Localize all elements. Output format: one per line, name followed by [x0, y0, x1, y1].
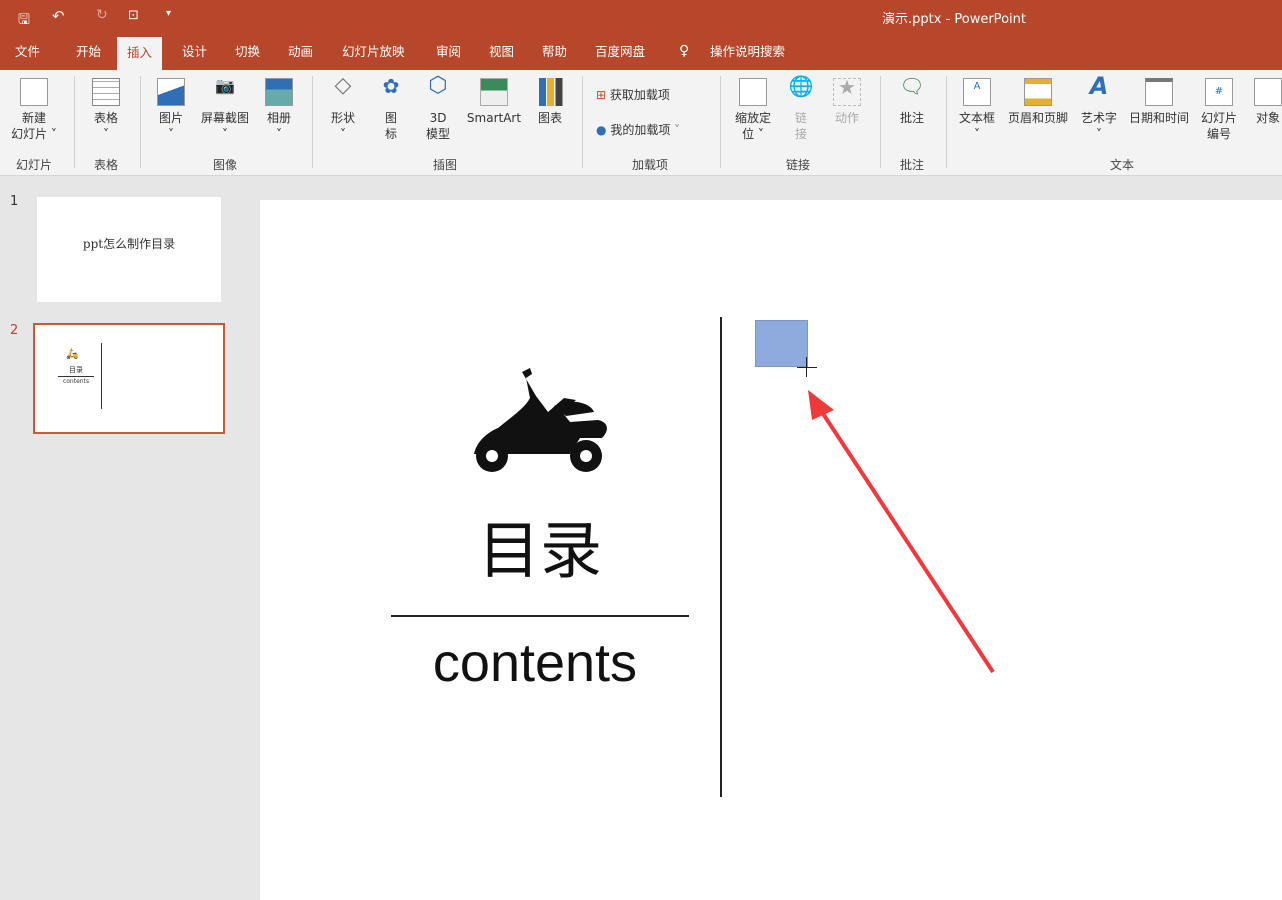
divider-line: [391, 615, 689, 617]
chart-button[interactable]: 图表: [530, 78, 570, 126]
window-title: 演示.pptx - PowerPoint: [882, 12, 1026, 27]
group-label-comments: 批注: [899, 158, 924, 172]
smartart-button[interactable]: SmartArt: [462, 78, 526, 126]
slide-thumbnail-pane: 1 ppt怎么制作目录 2 🛵 目录 contents: [0, 177, 248, 883]
table-icon: [92, 78, 120, 106]
table-button[interactable]: 表格 ˅: [82, 78, 130, 142]
redo-icon[interactable]: ↻: [96, 7, 108, 23]
get-addins-button[interactable]: ⊞ 获取加载项: [596, 86, 670, 103]
vertical-divider: [720, 317, 722, 797]
search-box[interactable]: 操作说明搜索: [700, 36, 795, 70]
bar-chart-icon: [536, 78, 564, 106]
tab-help[interactable]: 帮助: [532, 36, 577, 70]
new-slide-icon: [20, 78, 48, 106]
scooter-icon: [474, 368, 607, 472]
thumbnail-title: ppt怎么制作目录: [82, 237, 176, 251]
tab-animations[interactable]: 动画: [278, 36, 323, 70]
scooter-icon: 🛵: [66, 349, 79, 360]
tab-insert[interactable]: 插入: [117, 37, 163, 71]
slide-canvas[interactable]: 目录 contents: [260, 200, 1282, 900]
customize-icon[interactable]: ▾: [166, 8, 171, 19]
cube-icon: ⬡: [428, 73, 448, 98]
link-button[interactable]: 🌐 链接: [786, 74, 816, 142]
slide-thumbnail-2[interactable]: 🛵 目录 contents: [33, 323, 225, 434]
textbox-icon: A: [963, 78, 991, 106]
icons-button[interactable]: ✿ 图标: [374, 74, 408, 142]
smartart-icon: [480, 78, 508, 106]
red-arrow-annotation: [808, 390, 995, 674]
comment-icon: 🗨: [899, 74, 925, 98]
tab-design[interactable]: 设计: [172, 36, 217, 70]
textbox-button[interactable]: A 文本框 ˅: [954, 78, 1000, 142]
new-slide-button[interactable]: 新建 幻灯片 ˅: [4, 78, 64, 142]
comment-button[interactable]: 🗨 批注: [892, 74, 932, 126]
header-footer-icon: [1024, 78, 1052, 106]
slide-title[interactable]: 目录: [390, 500, 690, 590]
tab-transitions[interactable]: 切换: [225, 36, 270, 70]
3d-models-button[interactable]: ⬡ 3D 模型: [420, 73, 456, 142]
tab-review[interactable]: 审阅: [426, 36, 471, 70]
star-icon: ★: [833, 77, 861, 106]
crosshair-cursor-icon: [797, 367, 817, 368]
tab-view[interactable]: 视图: [479, 36, 524, 70]
tab-baidu[interactable]: 百度网盘: [585, 36, 655, 70]
object-icon: [1254, 78, 1282, 106]
album-icon: [265, 78, 293, 106]
slide-subtitle[interactable]: contents: [380, 632, 690, 694]
group-label-text: 文本: [1109, 158, 1134, 172]
wordart-icon: A: [1089, 72, 1109, 100]
zoom-icon: [739, 78, 767, 106]
tab-file[interactable]: 文件: [5, 36, 50, 70]
drawn-rectangle[interactable]: [755, 320, 808, 367]
object-button[interactable]: 对象: [1248, 78, 1282, 126]
tab-slideshow[interactable]: 幻灯片放映: [332, 36, 415, 70]
zoom-button[interactable]: 缩放定位 ˅: [728, 78, 778, 142]
action-button[interactable]: ★ 动作: [828, 77, 866, 126]
crosshair-cursor-icon: [806, 357, 807, 377]
icons-icon: ✿: [382, 74, 400, 98]
wordart-button[interactable]: A 艺术字 ˅: [1076, 72, 1122, 142]
screenshot-button[interactable]: 📷 屏幕截图 ˅: [194, 78, 256, 142]
present-icon[interactable]: ⊡: [128, 8, 139, 23]
addins-icon: ●: [596, 123, 607, 137]
shapes-button[interactable]: ◇ 形状 ˅: [320, 73, 366, 142]
save-icon[interactable]: 🖫: [18, 9, 30, 33]
slide-number: 1: [10, 194, 19, 209]
undo-icon[interactable]: ↶: [52, 7, 65, 25]
album-button[interactable]: 相册 ˅: [258, 78, 300, 142]
title-bar: 🖫 ↶ ↻ ⊡ ▾ 演示.pptx - PowerPoint: [0, 0, 1282, 36]
picture-icon: [157, 78, 185, 106]
group-label-links: 链接: [785, 158, 810, 172]
tab-home[interactable]: 开始: [66, 36, 111, 70]
header-footer-button[interactable]: 页眉和页脚: [1002, 78, 1074, 126]
store-icon: ⊞: [596, 88, 607, 102]
lightbulb-icon: ♀: [679, 43, 690, 59]
ribbon-tabs: 文件 开始 插入 设计 切换 动画 幻灯片放映 审阅 视图 帮助 百度网盘 ♀ …: [0, 36, 1282, 71]
my-addins-button[interactable]: ● 我的加载项 ˅: [596, 121, 680, 138]
slide-number-button[interactable]: # 幻灯片 编号: [1196, 78, 1242, 142]
group-label-images: 图像: [212, 158, 237, 172]
group-label-slides: 幻灯片: [15, 158, 52, 172]
camera-icon: 📷: [215, 76, 235, 95]
slide-number-icon: #: [1205, 78, 1233, 106]
group-label-illustrations: 插图: [432, 158, 457, 172]
datetime-button[interactable]: 日期和时间: [1124, 78, 1194, 126]
slide-number: 2: [10, 323, 19, 338]
calendar-icon: [1145, 78, 1173, 106]
picture-button[interactable]: 图片 ˅: [150, 78, 192, 142]
group-label-tables: 表格: [93, 158, 118, 172]
shapes-icon: ◇: [334, 73, 352, 98]
link-icon: 🌐: [788, 74, 814, 98]
ribbon: 新建 幻灯片 ˅ 表格 ˅ 图片 ˅ 📷 屏幕截图 ˅ 相册 ˅ ◇ 形状 ˅ ✿ 图标 ⬡ 3D 模…: [0, 70, 1282, 176]
slide-thumbnail-1[interactable]: ppt怎么制作目录: [37, 197, 221, 302]
group-label-addins: 加载项: [631, 158, 668, 172]
